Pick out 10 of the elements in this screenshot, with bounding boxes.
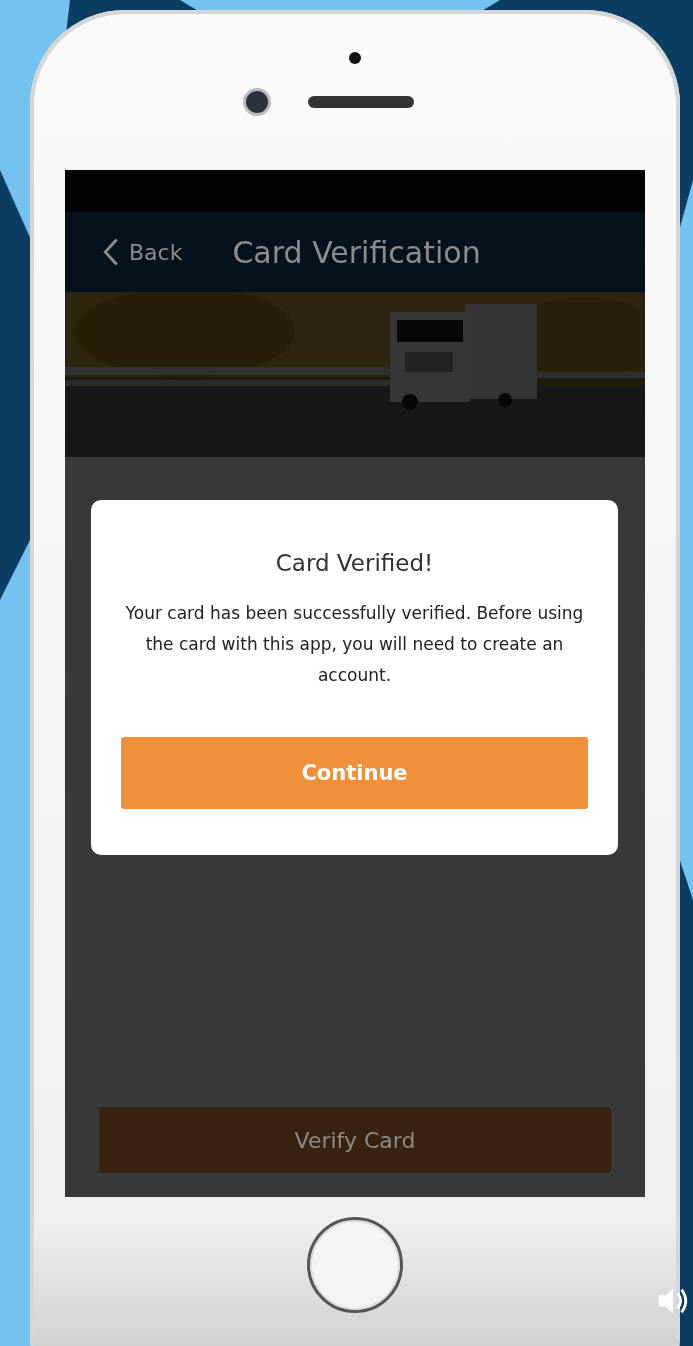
dialog-message: Your card has been successfully verified. Before using the card with this app, you will need to create an account.: [124, 602, 585, 687]
screen-title: Card Verification: [232, 234, 481, 270]
chevron-left-icon: [103, 237, 119, 267]
verify-card-button[interactable]: Verify Card: [99, 1107, 611, 1173]
speaker-slot-icon: [308, 96, 414, 108]
continue-button[interactable]: Continue: [121, 737, 588, 809]
camera-icon: [246, 91, 268, 113]
dialog-title: Card Verified!: [275, 550, 434, 576]
sensor-icon: [349, 52, 361, 64]
back-button[interactable]: Back: [103, 237, 183, 267]
